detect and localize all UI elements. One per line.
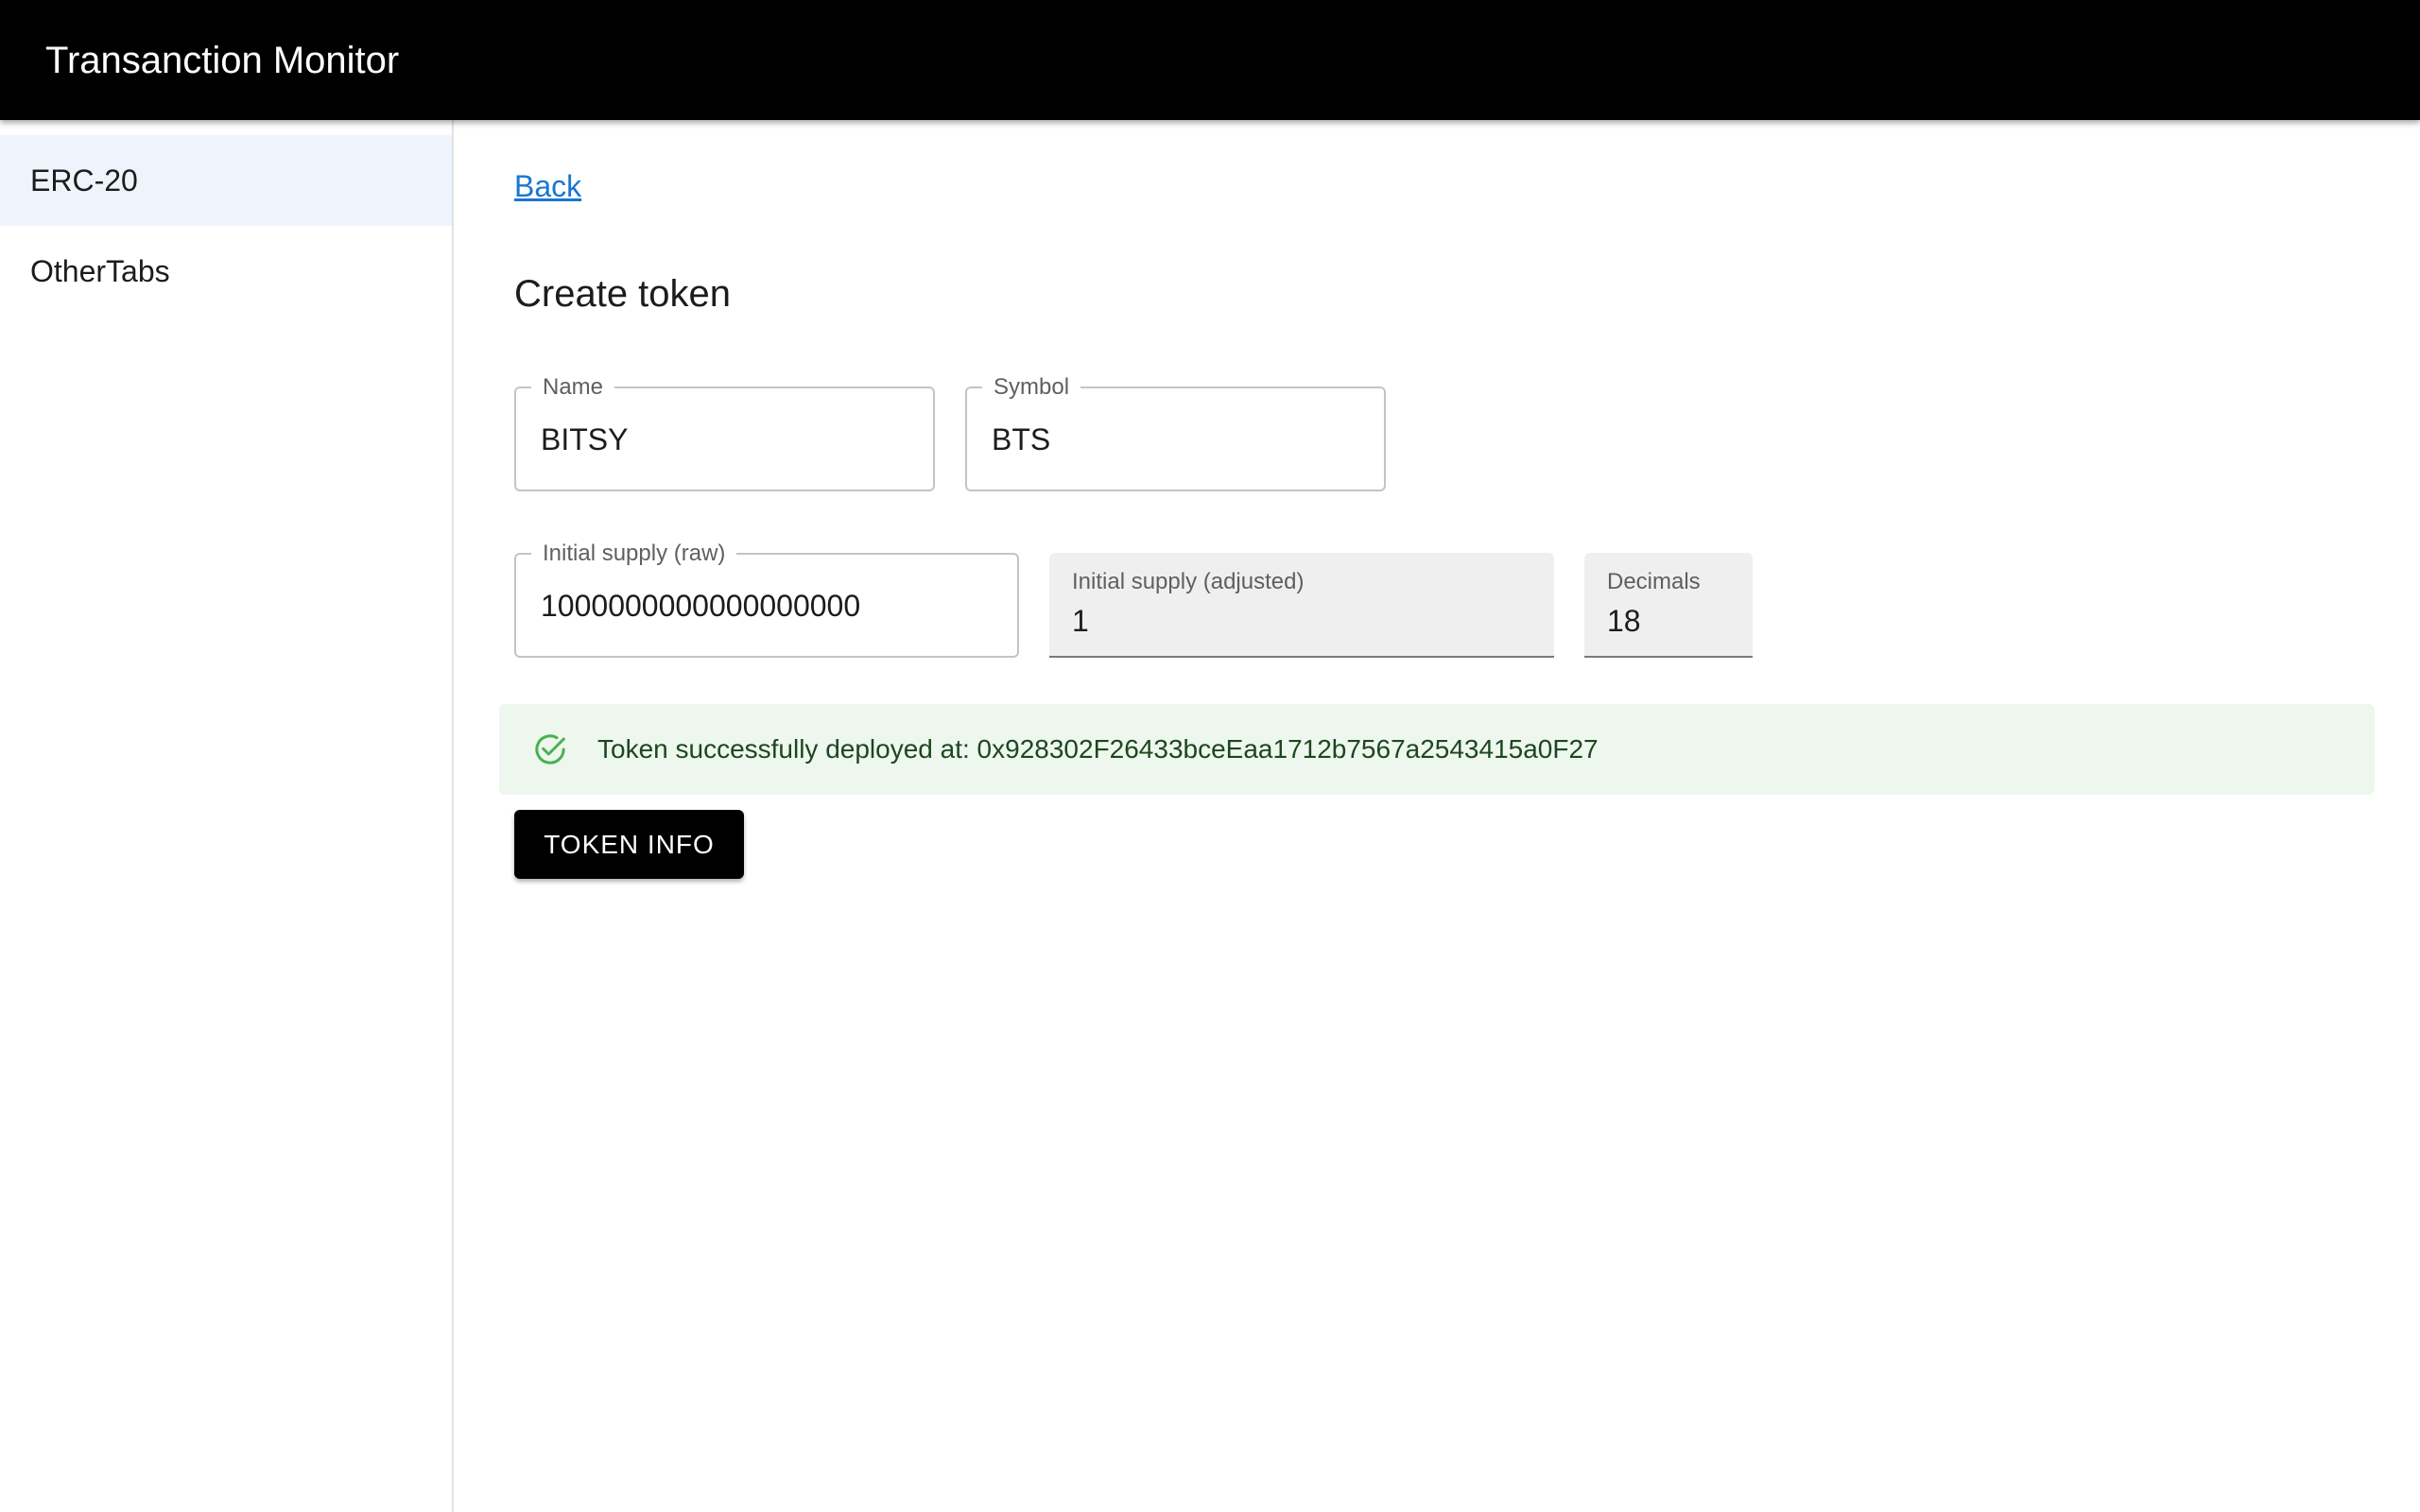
decimals-label: Decimals [1607, 569, 1701, 594]
initial-supply-adjusted-value: 1 [1072, 604, 1089, 638]
alert-message: Token successfully deployed at: 0x928302… [597, 734, 1599, 764]
success-alert: Token successfully deployed at: 0x928302… [499, 704, 2375, 795]
symbol-field-value[interactable]: BTS [992, 421, 1050, 458]
initial-supply-raw-value[interactable]: 1000000000000000000 [541, 587, 860, 625]
name-field[interactable]: Name BITSY [514, 373, 935, 491]
symbol-field[interactable]: Symbol BTS [965, 373, 1386, 491]
app-bar: Transanction Monitor [0, 0, 2420, 120]
name-field-label: Name [531, 373, 615, 402]
token-info-button[interactable]: TOKEN INFO [514, 810, 744, 879]
page-title: Create token [514, 273, 732, 315]
back-link[interactable]: Back [514, 169, 581, 204]
main-content: Back Create token Name BITSY Symbol BTS … [454, 120, 2420, 1512]
initial-supply-raw-field[interactable]: Initial supply (raw) 1000000000000000000 [514, 540, 1019, 658]
sidebar: ERC-20 OtherTabs [0, 120, 454, 1512]
app-title: Transanction Monitor [45, 40, 400, 81]
initial-supply-raw-label: Initial supply (raw) [531, 540, 737, 568]
initial-supply-adjusted-label: Initial supply (adjusted) [1072, 569, 1305, 594]
check-circle-icon [531, 730, 569, 768]
name-field-value[interactable]: BITSY [541, 421, 628, 458]
symbol-field-label: Symbol [982, 373, 1081, 402]
sidebar-item-othertabs[interactable]: OtherTabs [0, 226, 452, 317]
initial-supply-adjusted-field: Initial supply (adjusted) 1 [1049, 553, 1554, 658]
decimals-field: Decimals 18 [1584, 553, 1753, 658]
decimals-value: 18 [1607, 604, 1641, 638]
sidebar-item-erc-20[interactable]: ERC-20 [0, 135, 452, 226]
